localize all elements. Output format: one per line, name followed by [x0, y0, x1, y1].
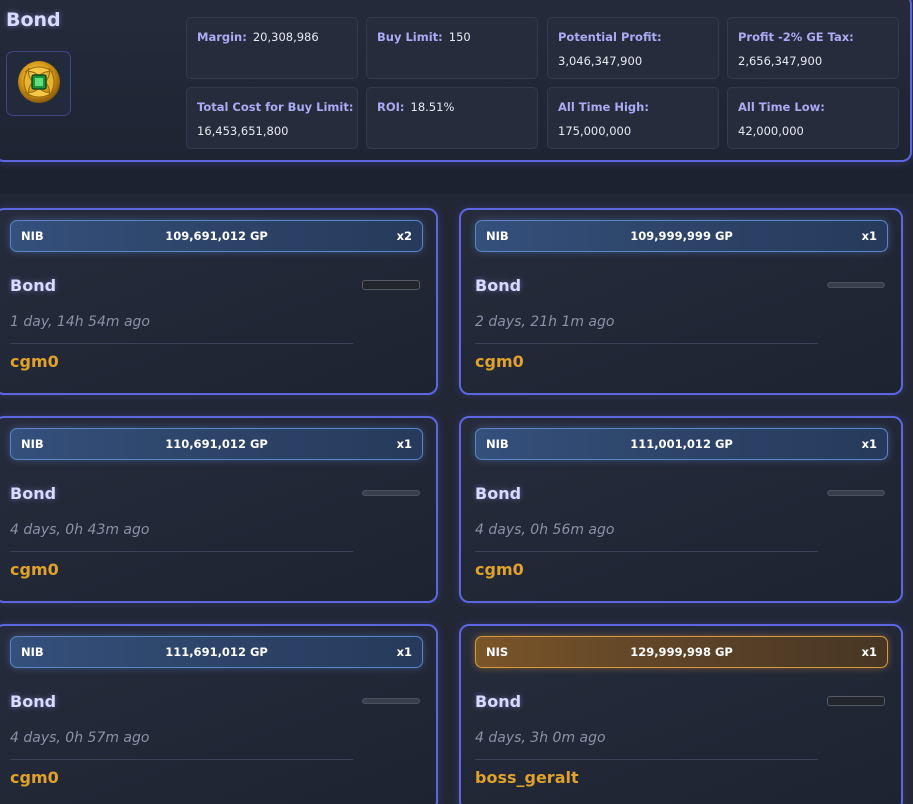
offer-time: 4 days, 3h 0m ago [475, 730, 606, 746]
offer-time: 2 days, 21h 1m ago [475, 314, 615, 330]
offer-username[interactable]: cgm0 [10, 768, 59, 787]
offer-price: 109,691,012 GP [165, 229, 268, 243]
divider [475, 343, 818, 344]
total-cost-value: 16,453,651,800 [197, 124, 289, 138]
stat-roi: ROI: 18.51% [366, 87, 538, 149]
stat-buy-limit: Buy Limit: 150 [366, 17, 538, 79]
bond-icon [15, 58, 63, 110]
divider [475, 551, 818, 552]
stat-total-cost: Total Cost for Buy Limit: 16,453,651,800 [186, 87, 358, 149]
offer-time: 4 days, 0h 43m ago [10, 522, 150, 538]
offer-price: 111,001,012 GP [630, 437, 733, 451]
user-avatar [362, 490, 420, 496]
margin-value: 20,308,986 [252, 30, 319, 44]
offer-card[interactable]: NIB 109,999,999 GP x1 Bond 2 days, 21h 1… [459, 208, 903, 395]
offer-price: 110,691,012 GP [165, 437, 268, 451]
item-icon-frame[interactable] [6, 51, 71, 116]
offer-card[interactable]: NIB 111,001,012 GP x1 Bond 4 days, 0h 56… [459, 416, 903, 603]
offer-username[interactable]: cgm0 [475, 352, 524, 371]
margin-label: Margin: [197, 30, 247, 44]
potential-profit-value: 3,046,347,900 [558, 54, 643, 68]
ath-value: 175,000,000 [558, 124, 632, 138]
offer-time: 4 days, 0h 56m ago [475, 522, 615, 538]
offer-card[interactable]: NIS 129,999,998 GP x1 Bond 4 days, 3h 0m… [459, 624, 903, 804]
divider [475, 759, 818, 760]
offer-bar: NIB 111,691,012 GP x1 [10, 636, 423, 668]
offer-username[interactable]: cgm0 [10, 560, 59, 579]
offer-bar: NIB 109,691,012 GP x2 [10, 220, 423, 252]
user-avatar [362, 280, 420, 290]
offer-quantity: x1 [861, 645, 877, 659]
offer-quantity: x1 [861, 437, 877, 451]
offer-username[interactable]: cgm0 [10, 352, 59, 371]
offer-item-name: Bond [475, 484, 522, 503]
offer-item-name: Bond [10, 276, 57, 295]
offer-bar: NIB 111,001,012 GP x1 [475, 428, 888, 460]
offer-item-name: Bond [475, 276, 522, 295]
offer-card[interactable]: NIB 111,691,012 GP x1 Bond 4 days, 0h 57… [0, 624, 438, 804]
roi-label: ROI: [377, 100, 405, 114]
potential-profit-label: Potential Profit: [558, 30, 662, 44]
item-title: Bond [6, 9, 61, 31]
offer-quantity: x1 [396, 437, 412, 451]
stat-all-time-low: All Time Low: 42,000,000 [727, 87, 899, 149]
offer-quantity: x1 [396, 645, 412, 659]
offer-price: 129,999,998 GP [630, 645, 733, 659]
stat-margin: Margin: 20,308,986 [186, 17, 358, 79]
user-avatar [362, 698, 420, 704]
offer-bar: NIB 110,691,012 GP x1 [10, 428, 423, 460]
offer-price: 111,691,012 GP [165, 645, 268, 659]
offer-card[interactable]: NIB 109,691,012 GP x2 Bond 1 day, 14h 54… [0, 208, 438, 395]
user-avatar [827, 490, 885, 496]
stat-potential-profit: Potential Profit: 3,046,347,900 [547, 17, 719, 79]
offer-time: 4 days, 0h 57m ago [10, 730, 150, 746]
offer-item-name: Bond [10, 484, 57, 503]
stat-all-time-high: All Time High: 175,000,000 [547, 87, 719, 149]
stat-profit-after-tax: Profit -2% GE Tax: 2,656,347,900 [727, 17, 899, 79]
offer-quantity: x1 [861, 229, 877, 243]
item-summary-card: Bond Margin: 20,308,986 Buy Limit: 150 P… [0, 0, 912, 162]
atl-label: All Time Low: [738, 100, 825, 114]
offer-price: 109,999,999 GP [630, 229, 733, 243]
buy-limit-label: Buy Limit: [377, 30, 443, 44]
offer-username[interactable]: cgm0 [475, 560, 524, 579]
user-avatar [827, 282, 885, 288]
offer-bar: NIS 129,999,998 GP x1 [475, 636, 888, 668]
atl-value: 42,000,000 [738, 124, 804, 138]
offer-item-name: Bond [10, 692, 57, 711]
profit-tax-value: 2,656,347,900 [738, 54, 823, 68]
roi-value: 18.51% [410, 100, 455, 114]
offer-username[interactable]: boss_geralt [475, 768, 579, 787]
divider [10, 759, 353, 760]
offer-bar: NIB 109,999,999 GP x1 [475, 220, 888, 252]
offer-quantity: x2 [396, 229, 412, 243]
divider [10, 551, 353, 552]
offer-time: 1 day, 14h 54m ago [10, 314, 150, 330]
total-cost-label: Total Cost for Buy Limit: [197, 100, 354, 114]
user-avatar [827, 696, 885, 706]
offer-item-name: Bond [475, 692, 522, 711]
profit-tax-label: Profit -2% GE Tax: [738, 30, 854, 44]
buy-limit-value: 150 [448, 30, 471, 44]
divider [10, 343, 353, 344]
offer-card[interactable]: NIB 110,691,012 GP x1 Bond 4 days, 0h 43… [0, 416, 438, 603]
ath-label: All Time High: [558, 100, 649, 114]
